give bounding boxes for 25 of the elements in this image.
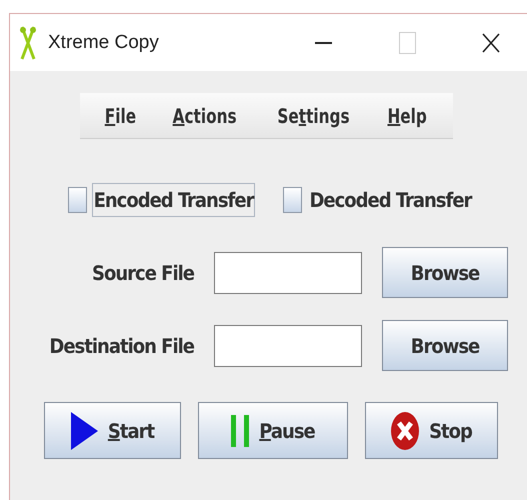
window-title: Xtreme Copy	[48, 32, 160, 54]
stop-button[interactable]: Stop	[365, 402, 498, 459]
menu-item[interactable]: Help	[382, 100, 432, 132]
menu-item[interactable]: Actions	[168, 100, 242, 132]
start-button[interactable]: Start	[44, 402, 181, 459]
checkbox[interactable]	[68, 187, 87, 213]
browse-button[interactable]: Browse	[382, 247, 508, 298]
pause-button[interactable]: Pause	[198, 402, 348, 459]
checkbox-label[interactable]: Decoded Transfer	[307, 183, 474, 217]
checkbox-label[interactable]: Encoded Transfer	[92, 183, 256, 217]
browse-button[interactable]: Browse	[382, 320, 508, 371]
close-icon	[482, 32, 500, 52]
stop-icon	[391, 412, 420, 450]
maximize-icon	[398, 32, 416, 54]
pause-icon	[231, 414, 250, 446]
file-path-field[interactable]	[214, 252, 362, 294]
file-path-field[interactable]	[214, 324, 362, 366]
minimize-icon	[314, 42, 332, 44]
field-label: Destination File	[49, 334, 194, 358]
checkbox[interactable]	[283, 187, 302, 213]
field-label: Source File	[92, 260, 194, 284]
scissors-icon	[20, 24, 36, 60]
menu-item[interactable]: Settings	[272, 100, 355, 132]
menu-item[interactable]: File	[100, 100, 142, 132]
play-icon	[70, 412, 98, 450]
